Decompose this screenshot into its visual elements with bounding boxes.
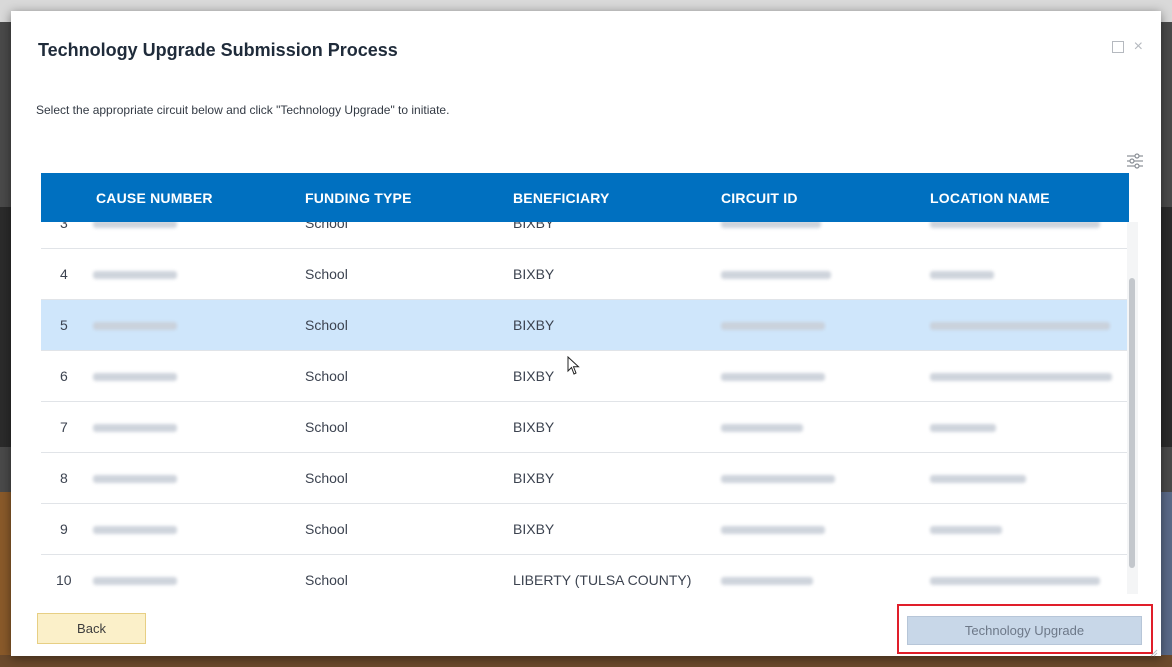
- grid-header: CAUSE NUMBER FUNDING TYPE BENEFICIARY CI…: [41, 174, 1129, 222]
- instruction-text: Select the appropriate circuit below and…: [36, 103, 450, 117]
- location-name-redacted: [930, 322, 1110, 330]
- location-name-redacted: [930, 424, 996, 432]
- circuit-grid: CAUSE NUMBER FUNDING TYPE BENEFICIARY CI…: [41, 174, 1129, 594]
- maximize-icon[interactable]: [1111, 41, 1124, 53]
- row-number: 4: [60, 266, 68, 282]
- column-header-circuit-id[interactable]: CIRCUIT ID: [721, 174, 798, 222]
- funding-type-cell: School: [305, 266, 348, 282]
- circuit-id-redacted: [721, 424, 803, 432]
- beneficiary-cell: BIXBY: [513, 368, 555, 384]
- cause-number-redacted: [93, 526, 177, 534]
- cause-number-redacted: [93, 475, 177, 483]
- row-number: 9: [60, 521, 68, 537]
- table-row[interactable]: 7 School BIXBY: [41, 402, 1129, 453]
- column-header-cause-number[interactable]: CAUSE NUMBER: [96, 174, 213, 222]
- table-row[interactable]: 10 School LIBERTY (TULSA COUNTY): [41, 555, 1129, 594]
- resize-grip-icon[interactable]: [1149, 644, 1158, 657]
- circuit-id-redacted: [721, 577, 813, 585]
- scrollbar-thumb[interactable]: [1129, 278, 1135, 568]
- cause-number-redacted: [93, 271, 177, 279]
- table-row[interactable]: 8 School BIXBY: [41, 453, 1129, 504]
- close-icon[interactable]: ×: [1134, 39, 1143, 55]
- table-row[interactable]: 6 School BIXBY: [41, 351, 1129, 402]
- funding-type-cell: School: [305, 419, 348, 435]
- location-name-redacted: [930, 577, 1100, 585]
- filter-sliders-icon[interactable]: [1126, 152, 1144, 170]
- beneficiary-cell: BIXBY: [513, 521, 555, 537]
- circuit-id-redacted: [721, 526, 825, 534]
- cause-number-redacted: [93, 373, 177, 381]
- circuit-id-redacted: [721, 373, 825, 381]
- technology-upgrade-modal: Technology Upgrade Submission Process × …: [11, 11, 1161, 657]
- table-row[interactable]: 4 School BIXBY: [41, 249, 1129, 300]
- table-row[interactable]: 9 School BIXBY: [41, 504, 1129, 555]
- row-number: 8: [60, 470, 68, 486]
- column-header-funding-type[interactable]: FUNDING TYPE: [305, 174, 412, 222]
- location-name-redacted: [930, 373, 1112, 381]
- funding-type-cell: School: [305, 470, 348, 486]
- window-controls: ×: [1111, 39, 1143, 55]
- funding-type-cell: School: [305, 368, 348, 384]
- column-header-location-name[interactable]: LOCATION NAME: [930, 174, 1050, 222]
- location-name-redacted: [930, 271, 994, 279]
- cause-number-redacted: [93, 424, 177, 432]
- column-header-beneficiary[interactable]: BENEFICIARY: [513, 174, 610, 222]
- cause-number-redacted: [93, 577, 177, 585]
- beneficiary-cell: LIBERTY (TULSA COUNTY): [513, 572, 692, 588]
- circuit-id-redacted: [721, 475, 835, 483]
- modal-title: Technology Upgrade Submission Process: [38, 40, 398, 60]
- circuit-id-redacted: [721, 322, 825, 330]
- row-number: 5: [60, 317, 68, 333]
- location-name-redacted: [930, 526, 1002, 534]
- row-number: 10: [56, 572, 72, 588]
- technology-upgrade-button[interactable]: Technology Upgrade: [907, 616, 1142, 645]
- mouse-pointer-icon: [567, 355, 581, 376]
- background-app-bottom: [0, 655, 1172, 667]
- row-number: 6: [60, 368, 68, 384]
- row-number: 7: [60, 419, 68, 435]
- beneficiary-cell: BIXBY: [513, 470, 555, 486]
- funding-type-cell: School: [305, 521, 348, 537]
- beneficiary-cell: BIXBY: [513, 317, 555, 333]
- back-button[interactable]: Back: [37, 613, 146, 644]
- funding-type-cell: School: [305, 317, 348, 333]
- grid-scrollbar[interactable]: [1127, 222, 1138, 594]
- location-name-redacted: [930, 475, 1026, 483]
- beneficiary-cell: BIXBY: [513, 266, 555, 282]
- table-row-selected[interactable]: 5 School BIXBY: [41, 300, 1129, 351]
- beneficiary-cell: BIXBY: [513, 419, 555, 435]
- grid-body: 3 School BIXBY 4 School BIXBY 5 School B…: [41, 174, 1129, 594]
- circuit-id-redacted: [721, 271, 831, 279]
- funding-type-cell: School: [305, 572, 348, 588]
- cause-number-redacted: [93, 322, 177, 330]
